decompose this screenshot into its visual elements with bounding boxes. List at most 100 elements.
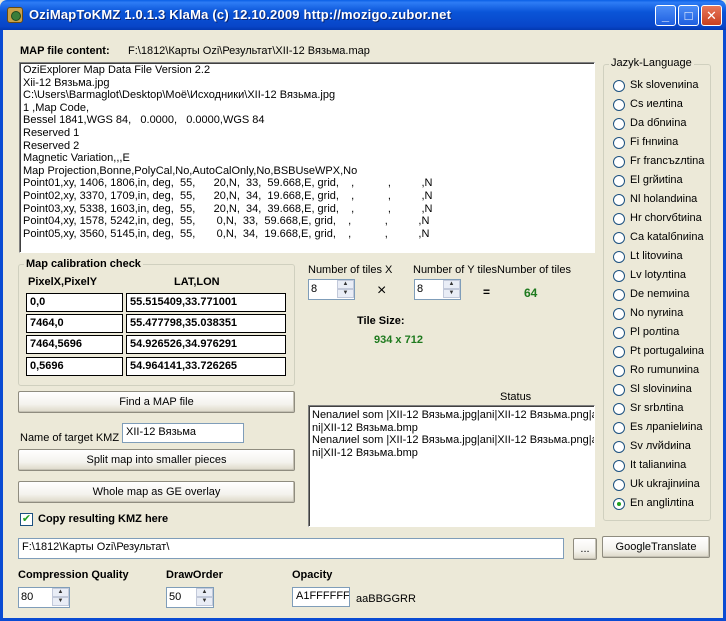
- map-content-line: Magnetic Variation,,,E: [23, 152, 130, 165]
- status-line: ni|XII-12 Вязьма.bmp: [312, 421, 418, 434]
- cal-latlon-2: 55.477798,35.038351: [126, 314, 286, 333]
- map-content-line: 1 ,Map Code,: [23, 101, 90, 114]
- spin-up-icon[interactable]: ▲: [337, 280, 354, 289]
- split-map-button[interactable]: Split map into smaller pieces: [18, 449, 295, 471]
- window-frame-left: [0, 30, 3, 621]
- target-kmz-input[interactable]: XII-12 Вязьма: [122, 423, 244, 443]
- map-content-memo[interactable]: OziExplorer Map Data File Version 2.2 Xii…: [19, 62, 595, 253]
- draw-order-value[interactable]: 50: [169, 591, 181, 603]
- language-option-label: Sk slovenиina: [630, 79, 699, 91]
- status-line: Nenaлиel som |XII-12 Вязьма.jpg|ani|XII-…: [312, 409, 595, 421]
- spin-up-icon[interactable]: ▲: [196, 588, 213, 597]
- pixel-column-header: PixelX,PixelY: [28, 276, 98, 288]
- copy-kmz-label: Copy resulting KMZ here: [38, 513, 169, 525]
- language-option-label: Sl slovinиina: [630, 383, 692, 395]
- language-option-label: Ca katalбnиina: [630, 231, 704, 243]
- language-option-label: Nl holandиina: [630, 193, 698, 205]
- title-bar[interactable]: OziMapToKMZ 1.0.1.3 KlaMa (c) 12.10.2009…: [0, 0, 726, 30]
- radio-button[interactable]: [613, 498, 625, 510]
- map-content-line: Point01,xy, 1406, 1806,in, deg, 55, 20,N…: [23, 177, 433, 190]
- cal-pixel-3: 7464,5696: [26, 335, 123, 354]
- opacity-label: Opacity: [292, 569, 333, 581]
- latlon-column-header: LAT,LON: [174, 276, 220, 288]
- tiles-y-label: Number of Y tiles: [413, 264, 497, 276]
- radio-button[interactable]: [613, 137, 625, 149]
- compression-spinner[interactable]: 80 ▲ ▼: [18, 587, 70, 608]
- tiles-x-label: Number of tiles X: [308, 264, 393, 276]
- status-label: Status: [500, 391, 532, 403]
- radio-button[interactable]: [613, 365, 625, 377]
- spin-down-icon[interactable]: ▼: [443, 289, 460, 298]
- spin-up-icon[interactable]: ▲: [52, 588, 69, 597]
- language-group-title: Jazyk-Language: [609, 57, 694, 69]
- language-option-label: Hr chorvбtиina: [630, 212, 702, 224]
- status-line: Nenaлиel som |XII-12 Вязьма.jpg|ani|XII-…: [312, 434, 595, 447]
- tiles-total-value: 64: [524, 286, 538, 300]
- radio-button[interactable]: [613, 479, 625, 491]
- tiles-y-value[interactable]: 8: [417, 283, 423, 295]
- radio-button[interactable]: [613, 441, 625, 453]
- language-option-label: Da dбnиina: [630, 117, 687, 129]
- app-icon[interactable]: [7, 7, 23, 23]
- radio-button[interactable]: [613, 289, 625, 301]
- tiles-total-label: Number of tiles: [497, 264, 571, 276]
- spin-down-icon[interactable]: ▼: [337, 289, 354, 298]
- browse-button[interactable]: ...: [573, 538, 597, 560]
- output-path-input[interactable]: F:\1812\Карты Ozi\Результат\: [18, 538, 564, 559]
- tiles-x-spinner[interactable]: 8 ▲ ▼: [308, 279, 355, 300]
- radio-button[interactable]: [613, 460, 625, 472]
- close-button[interactable]: ✕: [701, 5, 722, 26]
- radio-button[interactable]: [613, 384, 625, 396]
- radio-button[interactable]: [613, 99, 625, 111]
- cal-latlon-3: 54.926526,34.976291: [126, 335, 286, 354]
- language-option-label: Ro rumunиina: [630, 364, 700, 376]
- spin-down-icon[interactable]: ▼: [196, 597, 213, 606]
- compression-value[interactable]: 80: [21, 591, 33, 603]
- tile-size-label: Tile Size:: [357, 315, 405, 327]
- language-option-label: It talianиina: [630, 459, 687, 471]
- radio-button[interactable]: [613, 403, 625, 415]
- map-content-line: Point04,xy, 1578, 5242,in, deg, 55, 0,N,…: [23, 215, 430, 228]
- radio-button[interactable]: [613, 80, 625, 92]
- radio-button[interactable]: [613, 175, 625, 187]
- language-option-label: Es лpanielиina: [630, 421, 703, 433]
- minimize-button[interactable]: _: [655, 5, 676, 26]
- radio-button[interactable]: [613, 308, 625, 320]
- map-content-line: Bessel 1841,WGS 84, 0.0000, 0.0000,WGS 8…: [23, 114, 265, 127]
- radio-button[interactable]: [613, 270, 625, 282]
- language-option-label: Sr srbлtina: [630, 402, 684, 414]
- radio-button[interactable]: [613, 232, 625, 244]
- spin-down-icon[interactable]: ▼: [52, 597, 69, 606]
- radio-button[interactable]: [613, 194, 625, 206]
- map-content-line: Reserved 2: [23, 139, 80, 152]
- radio-button[interactable]: [613, 213, 625, 225]
- cal-latlon-4: 54.964141,33.726265: [126, 357, 286, 376]
- language-option-label: Cs иeлtina: [630, 98, 683, 110]
- whole-map-button[interactable]: Whole map as GE overlay: [18, 481, 295, 503]
- radio-button[interactable]: [613, 346, 625, 358]
- radio-button[interactable]: [613, 251, 625, 263]
- cal-pixel-1: 0,0: [26, 293, 123, 312]
- radio-button[interactable]: [613, 327, 625, 339]
- google-translate-button[interactable]: GoogleTranslate: [602, 536, 710, 558]
- equals-sign: =: [483, 285, 491, 299]
- compression-label: Compression Quality: [18, 569, 129, 581]
- calibration-title: Map calibration check: [24, 258, 143, 270]
- draw-order-spinner[interactable]: 50 ▲ ▼: [166, 587, 214, 608]
- radio-button[interactable]: [613, 118, 625, 130]
- status-memo[interactable]: Nenaлиel som |XII-12 Вязьма.jpg|ani|XII-…: [308, 405, 595, 527]
- language-option-label: Uk ukrajinиina: [630, 478, 700, 490]
- radio-button[interactable]: [613, 422, 625, 434]
- radio-button[interactable]: [613, 156, 625, 168]
- opacity-input[interactable]: A1FFFFFF: [292, 587, 350, 607]
- find-map-button[interactable]: Find a MAP file: [18, 391, 295, 413]
- opacity-format-hint: aaBBGGRR: [356, 593, 416, 605]
- maximize-button[interactable]: □: [678, 5, 699, 26]
- tiles-y-spinner[interactable]: 8 ▲ ▼: [414, 279, 461, 300]
- draw-order-label: DrawOrder: [166, 569, 223, 581]
- map-file-content-label: MAP file content:: [20, 45, 110, 57]
- tiles-x-value[interactable]: 8: [311, 283, 317, 295]
- spin-up-icon[interactable]: ▲: [443, 280, 460, 289]
- map-content-line: OziExplorer Map Data File Version 2.2: [23, 64, 211, 76]
- copy-kmz-checkbox[interactable]: ✔: [20, 513, 33, 526]
